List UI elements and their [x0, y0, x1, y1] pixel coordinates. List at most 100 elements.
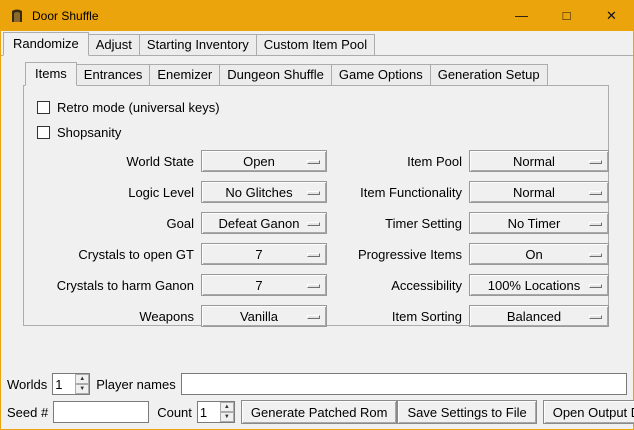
- logic-level-label: Logic Level: [24, 185, 194, 200]
- worlds-spin-up-icon[interactable]: ▲: [75, 374, 89, 384]
- retro-mode-label: Retro mode (universal keys): [57, 100, 220, 115]
- crystals-open-gt-label: Crystals to open GT: [24, 247, 194, 262]
- accessibility-dropdown[interactable]: 100% Locations: [469, 274, 609, 296]
- tab-adjust[interactable]: Adjust: [88, 34, 140, 56]
- item-sorting-value: Balanced: [507, 309, 571, 324]
- dropdown-indicator-icon: [589, 253, 602, 257]
- seed-label: Seed #: [7, 405, 48, 420]
- count-label: Count: [157, 405, 192, 420]
- bottom-controls: Worlds ▲ ▼ Player names Seed # Count: [7, 368, 627, 424]
- worlds-label: Worlds: [7, 377, 47, 392]
- dropdown-indicator-icon: [307, 160, 320, 164]
- shopsanity-label: Shopsanity: [57, 125, 121, 140]
- goal-dropdown[interactable]: Defeat Ganon: [201, 212, 327, 234]
- logic-level-value: No Glitches: [225, 185, 302, 200]
- dropdown-indicator-icon: [589, 160, 602, 164]
- shopsanity-checkbox[interactable]: [37, 126, 50, 139]
- tab-enemizer[interactable]: Enemizer: [149, 64, 220, 86]
- item-functionality-label: Item Functionality: [334, 185, 462, 200]
- worlds-spinbox[interactable]: ▲ ▼: [52, 373, 90, 395]
- progressive-items-value: On: [525, 247, 552, 262]
- timer-setting-label: Timer Setting: [334, 216, 462, 231]
- shopsanity-row: Shopsanity: [37, 125, 608, 140]
- crystals-harm-ganon-value: 7: [255, 278, 272, 293]
- timer-setting-dropdown[interactable]: No Timer: [469, 212, 609, 234]
- tab-generation-setup[interactable]: Generation Setup: [430, 64, 548, 86]
- crystals-harm-ganon-dropdown[interactable]: 7: [201, 274, 327, 296]
- item-pool-value: Normal: [513, 154, 565, 169]
- main-tab-bar: Randomize Adjust Starting Inventory Cust…: [1, 31, 633, 56]
- crystals-open-gt-dropdown[interactable]: 7: [201, 243, 327, 265]
- crystals-harm-ganon-label: Crystals to harm Ganon: [24, 278, 194, 293]
- tab-dungeon-shuffle[interactable]: Dungeon Shuffle: [219, 64, 332, 86]
- count-spin-arrows: ▲ ▼: [220, 402, 234, 422]
- worlds-spin-down-icon[interactable]: ▼: [75, 384, 89, 394]
- count-spin-down-icon[interactable]: ▼: [220, 412, 234, 422]
- retro-mode-checkbox[interactable]: [37, 101, 50, 114]
- window-title: Door Shuffle: [32, 9, 99, 23]
- app-icon: [9, 8, 25, 24]
- timer-setting-value: No Timer: [508, 216, 571, 231]
- generate-patched-rom-button[interactable]: Generate Patched Rom: [241, 400, 398, 424]
- world-state-label: World State: [24, 154, 194, 169]
- tab-entrances[interactable]: Entrances: [76, 64, 151, 86]
- progressive-items-label: Progressive Items: [334, 247, 462, 262]
- dropdown-indicator-icon: [589, 222, 602, 226]
- retro-mode-row: Retro mode (universal keys): [37, 100, 608, 115]
- tab-starting-inventory[interactable]: Starting Inventory: [139, 34, 257, 56]
- window-controls: — □ ✕: [499, 0, 634, 31]
- maximize-button[interactable]: □: [544, 0, 589, 31]
- dropdown-indicator-icon: [307, 284, 320, 288]
- goal-label: Goal: [24, 216, 194, 231]
- items-tab-pane: Retro mode (universal keys) Shopsanity W…: [23, 85, 609, 326]
- count-input[interactable]: [198, 402, 220, 422]
- seed-input[interactable]: [53, 401, 149, 423]
- weapons-dropdown[interactable]: Vanilla: [201, 305, 327, 327]
- options-grid: World State Open Item Pool Normal Logic …: [24, 150, 608, 327]
- player-names-input[interactable]: [181, 373, 627, 395]
- worlds-input[interactable]: [53, 374, 75, 394]
- sub-tab-bar: Items Entrances Enemizer Dungeon Shuffle…: [23, 64, 609, 86]
- dropdown-indicator-icon: [589, 315, 602, 319]
- logic-level-dropdown[interactable]: No Glitches: [201, 181, 327, 203]
- item-sorting-label: Item Sorting: [334, 309, 462, 324]
- randomize-tab-pane: Items Entrances Enemizer Dungeon Shuffle…: [1, 55, 633, 401]
- world-state-value: Open: [243, 154, 285, 169]
- tab-randomize[interactable]: Randomize: [3, 32, 89, 56]
- accessibility-label: Accessibility: [334, 278, 462, 293]
- client-area: Randomize Adjust Starting Inventory Cust…: [1, 31, 633, 429]
- item-sorting-dropdown[interactable]: Balanced: [469, 305, 609, 327]
- titlebar: Door Shuffle — □ ✕: [0, 0, 634, 31]
- close-button[interactable]: ✕: [589, 0, 634, 31]
- multiworld-row: Worlds ▲ ▼ Player names: [7, 373, 627, 395]
- tab-items[interactable]: Items: [25, 62, 77, 86]
- save-settings-button[interactable]: Save Settings to File: [397, 400, 536, 424]
- goal-value: Defeat Ganon: [219, 216, 310, 231]
- progressive-items-dropdown[interactable]: On: [469, 243, 609, 265]
- worlds-spin-arrows: ▲ ▼: [75, 374, 89, 394]
- dropdown-indicator-icon: [589, 284, 602, 288]
- world-state-dropdown[interactable]: Open: [201, 150, 327, 172]
- open-output-directory-button[interactable]: Open Output Directory: [543, 400, 634, 424]
- tab-custom-item-pool[interactable]: Custom Item Pool: [256, 34, 375, 56]
- dropdown-indicator-icon: [589, 191, 602, 195]
- dropdown-indicator-icon: [307, 315, 320, 319]
- item-functionality-value: Normal: [513, 185, 565, 200]
- tab-game-options[interactable]: Game Options: [331, 64, 431, 86]
- item-pool-label: Item Pool: [334, 154, 462, 169]
- app-window: Door Shuffle — □ ✕ Randomize Adjust Star…: [0, 0, 634, 430]
- accessibility-value: 100% Locations: [488, 278, 591, 293]
- count-spin-up-icon[interactable]: ▲: [220, 402, 234, 412]
- item-pool-dropdown[interactable]: Normal: [469, 150, 609, 172]
- count-spinbox[interactable]: ▲ ▼: [197, 401, 235, 423]
- weapons-label: Weapons: [24, 309, 194, 324]
- dropdown-indicator-icon: [307, 253, 320, 257]
- item-functionality-dropdown[interactable]: Normal: [469, 181, 609, 203]
- dropdown-indicator-icon: [307, 191, 320, 195]
- weapons-value: Vanilla: [240, 309, 288, 324]
- dropdown-indicator-icon: [307, 222, 320, 226]
- generate-row: Seed # Count ▲ ▼ Generate Patched Rom Sa…: [7, 400, 627, 424]
- minimize-button[interactable]: —: [499, 0, 544, 31]
- sub-notebook: Items Entrances Enemizer Dungeon Shuffle…: [23, 64, 609, 326]
- crystals-open-gt-value: 7: [255, 247, 272, 262]
